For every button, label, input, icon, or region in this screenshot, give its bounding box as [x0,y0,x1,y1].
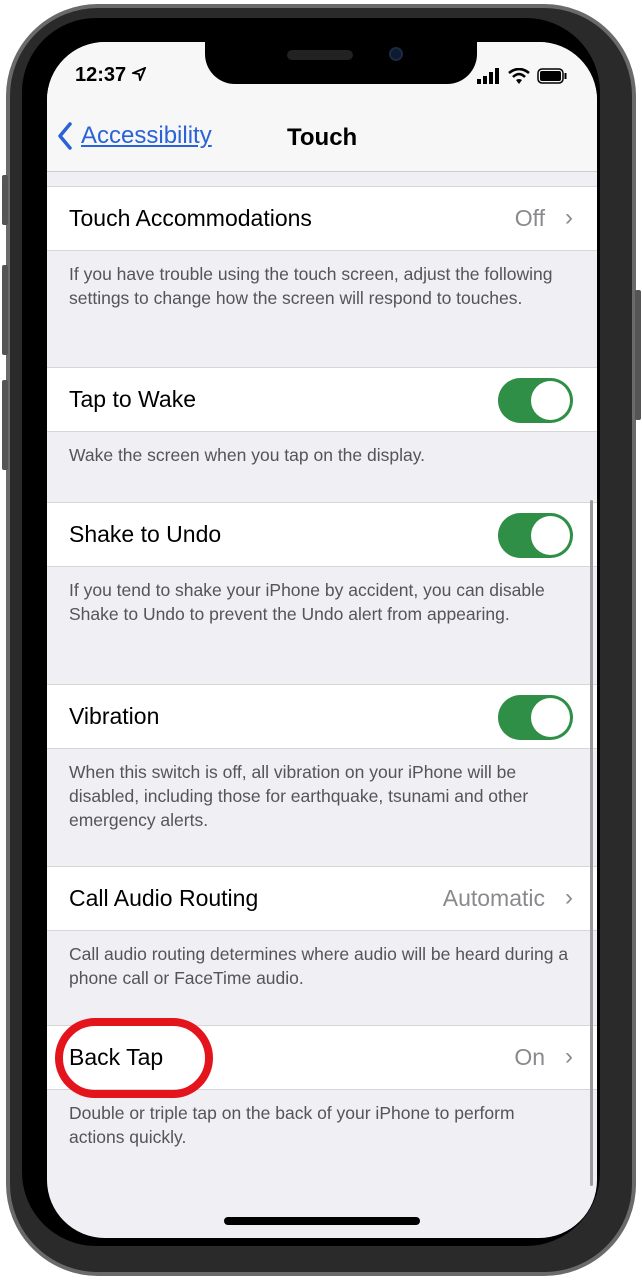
shake-to-undo-row: Shake to Undo [47,502,597,567]
mute-switch [2,175,8,225]
row-label: Call Audio Routing [69,885,259,911]
status-time: 12:37 [75,64,147,87]
row-label: Shake to Undo [69,521,222,547]
vibration-row: Vibration [47,684,597,749]
scrollbar[interactable] [590,500,593,1186]
location-arrow-icon [129,66,147,84]
chevron-left-icon [58,122,72,150]
notch [205,42,477,84]
chevron-right-icon: › [565,1043,573,1070]
back-button[interactable]: Accessibility [57,122,212,150]
page-title: Touch [287,124,358,151]
home-indicator[interactable] [224,1217,420,1225]
volume-up-button [2,265,8,355]
tap-to-wake-toggle[interactable] [498,378,573,423]
row-description: Wake the screen when you tap on the disp… [69,445,426,465]
side-button [635,290,641,420]
battery-icon [537,68,567,84]
row-description: If you tend to shake your iPhone by acci… [69,580,545,624]
row-description: If you have trouble using the touch scre… [69,264,553,308]
screen: Accessibility Touch 12:37 Touch Accommod… [47,42,597,1238]
volume-down-button [2,380,8,470]
shake-to-undo-toggle[interactable] [498,513,573,558]
row-description: Call audio routing determines where audi… [69,944,569,988]
row-label: Tap to Wake [69,386,196,412]
wifi-icon [508,68,530,84]
row-description: When this switch is off, all vibration o… [69,762,529,830]
row-label: Vibration [69,703,160,729]
row-value: Off [514,205,545,231]
row-label: Touch Accommodations [69,205,312,231]
chevron-right-icon: › [565,884,573,911]
chevron-right-icon: › [565,204,573,231]
highlight-circle [55,1018,213,1098]
row-description: Double or triple tap on the back of your… [69,1103,515,1147]
row-value: On [514,1044,545,1070]
vibration-toggle[interactable] [498,695,573,740]
call-audio-routing-row[interactable]: Call Audio Routing Automatic › [47,866,597,931]
cellular-signal-icon [477,68,499,84]
row-value: Automatic [442,885,545,911]
tap-to-wake-row: Tap to Wake [47,367,597,432]
back-label: Accessibility [81,122,212,149]
touch-accommodations-row[interactable]: Touch Accommodations Off › [47,186,597,251]
